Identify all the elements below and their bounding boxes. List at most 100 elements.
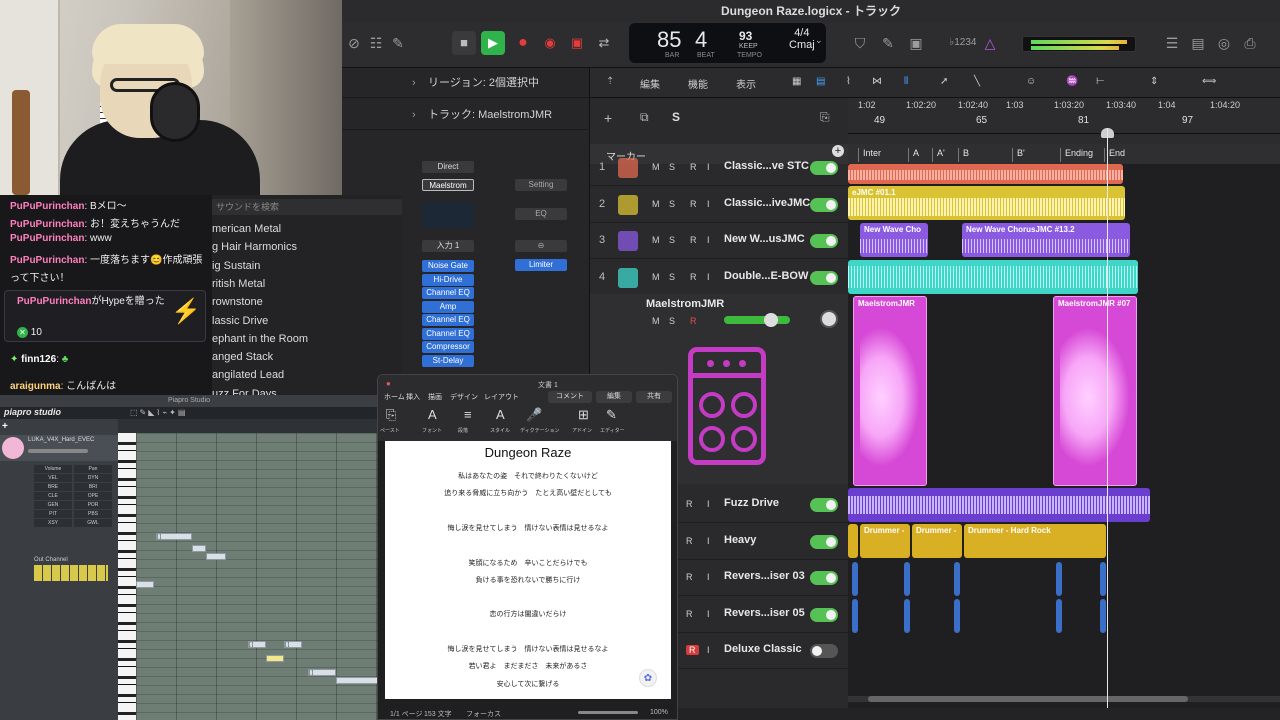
traffic-lights-icon[interactable]: ●	[386, 379, 391, 388]
record-enable-button[interactable]: R	[690, 272, 697, 282]
waveform-zoom-icon[interactable]: ♒	[1066, 76, 1078, 87]
region-fuzz[interactable]	[848, 488, 1150, 522]
out-channel-selector[interactable]	[34, 565, 108, 581]
solo-button[interactable]: S	[669, 199, 675, 209]
instrument-slot[interactable]: Maelstrom	[422, 179, 474, 191]
back-arrow-icon[interactable]: ⇡	[606, 76, 614, 87]
marker-4[interactable]: B'	[1012, 148, 1025, 162]
piapro-param-field[interactable]: POR	[74, 501, 112, 509]
record-enable-button[interactable]: R	[690, 162, 697, 172]
track-on-toggle[interactable]	[810, 498, 838, 512]
piapro-param-field[interactable]: VEL	[34, 474, 72, 482]
editors-icon[interactable]: ✎	[386, 32, 410, 54]
automation-icon[interactable]: ⌇	[846, 76, 851, 87]
mute-button[interactable]: M	[652, 199, 660, 209]
plugin-slot[interactable]: Channel EQ	[422, 314, 474, 326]
send-limiter[interactable]: Limiter	[515, 259, 567, 271]
ribbon-tab[interactable]: 描画	[428, 392, 442, 402]
mute-button[interactable]: M	[652, 162, 660, 172]
ribbon-tab[interactable]: デザイン	[450, 392, 478, 402]
catch-icon[interactable]: ⫴	[904, 76, 908, 87]
metronome-icon[interactable]: △	[978, 32, 1002, 54]
piapro-param-field[interactable]: PBS	[74, 510, 112, 518]
note-block[interactable]: [ ]	[284, 641, 302, 648]
lcd-chevron-icon[interactable]: ⌄	[815, 35, 823, 46]
plugin-slot[interactable]: Channel EQ	[422, 327, 474, 340]
plugin-slot[interactable]: Hi-Drive	[422, 273, 474, 286]
track-on-toggle[interactable]	[810, 534, 838, 549]
inspector-region-row[interactable]: › リージョン: 2個選択中	[342, 68, 590, 98]
sound-list-item[interactable]: rownstone	[212, 296, 263, 308]
piapro-param-field[interactable]: DYN	[74, 474, 112, 482]
piano-roll-grid[interactable]: [ ] [ ] [ ] [ ]	[136, 433, 378, 720]
playhead[interactable]	[1107, 128, 1108, 708]
region-track3a[interactable]: New Wave Cho	[860, 223, 928, 257]
solo-button[interactable]: S	[669, 272, 675, 282]
note-block[interactable]: [ ]	[248, 641, 266, 648]
region-maelstrom-1[interactable]: MaelstromJMR	[853, 296, 927, 486]
piapro-param-field[interactable]: GWL	[74, 519, 112, 527]
note-block[interactable]	[336, 677, 378, 684]
function-menu[interactable]: 機能	[688, 76, 708, 91]
region-track1[interactable]	[848, 164, 1123, 184]
volume-slider[interactable]	[724, 313, 790, 327]
sound-list-item[interactable]: g Hair Harmonics	[212, 241, 297, 253]
solo-button[interactable]: S	[669, 162, 675, 172]
tuner-icon[interactable]: ✎	[876, 32, 900, 54]
browser-icon[interactable]: ⎙	[1238, 32, 1262, 54]
piapro-ruler[interactable]	[118, 419, 378, 433]
ribbon-icon[interactable]: ≡	[464, 407, 472, 422]
ribbon-tab[interactable]: ホーム	[384, 392, 405, 402]
horizontal-scrollbar[interactable]	[848, 696, 1280, 702]
sound-list-item[interactable]: ig Sustain	[212, 260, 260, 272]
direct-slot[interactable]: Direct	[422, 161, 474, 173]
reverse-hit-region[interactable]	[1100, 562, 1106, 596]
marker-2[interactable]: A'	[932, 148, 945, 162]
track-row[interactable]: 1 M S R I Classic...ve STC	[590, 150, 848, 186]
comment-button[interactable]: コメント	[548, 391, 592, 403]
piapro-param-field[interactable]: Volume	[34, 465, 72, 473]
reverse-hit-region[interactable]	[852, 599, 858, 633]
note-block[interactable]: [ ]	[308, 669, 336, 676]
input-monitor-button[interactable]: I	[707, 162, 710, 172]
inspector-track-row[interactable]: › トラック: MaelstromJMR	[342, 100, 590, 130]
ribbon-tab[interactable]: レイアウト	[484, 392, 519, 402]
region-track4[interactable]	[848, 260, 1138, 294]
reverse-hit-region[interactable]	[904, 562, 910, 596]
sound-search-field[interactable]: サウンドを検索	[212, 199, 402, 215]
reverse-hit-region[interactable]	[1100, 599, 1106, 633]
piapro-param-field[interactable]: GEN	[34, 501, 72, 509]
track-on-toggle[interactable]	[810, 644, 838, 658]
mute-button[interactable]: M	[652, 272, 660, 282]
plugin-slot[interactable]: Amp	[422, 300, 474, 313]
track-on-toggle[interactable]	[810, 270, 838, 285]
solo-button[interactable]: S	[669, 316, 675, 326]
timeline-ruler[interactable]: 1:02 1:02:20 1:02:40 1:03 1:03:20 1:03:40 1:04…	[848, 98, 1280, 134]
piapro-param-field[interactable]: BRE	[34, 483, 72, 491]
catch-playhead-icon[interactable]: ⎘	[820, 110, 830, 125]
copilot-icon[interactable]: ✿	[639, 669, 657, 687]
marker-lane[interactable]: Inter A A' B B' Ending End	[848, 144, 1280, 164]
ribbon-icon[interactable]: 🎤	[526, 407, 542, 423]
input-monitor-button[interactable]: I	[707, 199, 710, 209]
record-enable-button[interactable]: R	[686, 645, 699, 655]
reverse-hit-region[interactable]	[1056, 599, 1062, 633]
cycle-button[interactable]: ⇄	[592, 31, 616, 55]
mute-button[interactable]: M	[652, 235, 660, 245]
list-editors-icon[interactable]: ☰	[1160, 32, 1184, 54]
record-enable-button[interactable]: R	[686, 609, 693, 619]
ribbon-icon[interactable]: A	[428, 407, 437, 422]
piapro-param-field[interactable]: PIT	[34, 510, 72, 518]
piano-keyboard[interactable]	[118, 433, 136, 720]
region-drummer-3[interactable]: Drummer - Hard Rock	[964, 524, 1106, 558]
input-monitor-button[interactable]: I	[707, 572, 710, 582]
notepad-icon[interactable]: ▤	[1186, 32, 1210, 54]
marker-3[interactable]: B	[958, 148, 969, 162]
piapro-param-field[interactable]: CLE	[34, 492, 72, 500]
input-slot[interactable]: 入力 1	[422, 240, 474, 252]
sound-list-item[interactable]: angilated Lead	[212, 369, 284, 381]
note-block[interactable]	[136, 581, 154, 588]
sound-list-item[interactable]: anged Stack	[212, 351, 273, 363]
ribbon-tab[interactable]: 挿入	[406, 392, 420, 402]
record-enable-button[interactable]: R	[686, 572, 693, 582]
